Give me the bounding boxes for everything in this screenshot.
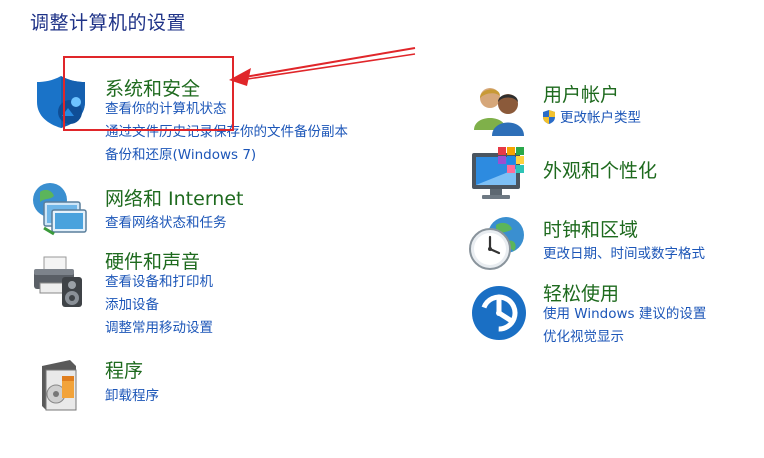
category-ease-of-access-title[interactable]: 轻松使用 [543,279,619,306]
category-network-title[interactable]: 网络和 Internet [105,184,243,211]
link-uninstall-program[interactable]: 卸载程序 [105,385,159,408]
monitor-palette-icon[interactable] [468,145,526,203]
annotation-arrow-icon [229,47,416,86]
link-windows-recommended-settings[interactable]: 使用 Windows 建议的设置 [543,303,706,326]
link-devices-printers[interactable]: 查看设备和打印机 [105,271,213,294]
printer-speaker-icon[interactable] [30,253,88,311]
link-change-account-type[interactable]: 更改帐户类型 [541,107,641,130]
link-mobility-settings[interactable]: 调整常用移动设置 [105,317,213,340]
link-view-network-status[interactable]: 查看网络状态和任务 [105,212,227,235]
link-change-date-time-format[interactable]: 更改日期、时间或数字格式 [543,243,705,266]
users-icon[interactable] [470,80,528,138]
clock-globe-icon[interactable] [468,215,526,273]
link-change-account-type-label: 更改帐户类型 [560,110,641,126]
programs-icon[interactable] [32,356,90,414]
link-add-device[interactable]: 添加设备 [105,294,213,317]
category-appearance-title[interactable]: 外观和个性化 [543,156,657,183]
link-backup-restore[interactable]: 备份和还原(Windows 7) [105,144,348,167]
network-icon[interactable] [30,180,88,238]
category-hardware-sound-title[interactable]: 硬件和声音 [105,247,200,274]
ease-of-access-icon[interactable] [470,284,528,342]
page-title: 调整计算机的设置 [30,12,187,34]
annotation-highlight-box [63,56,234,131]
uac-shield-icon [543,110,555,124]
category-clock-region-title[interactable]: 时钟和区域 [543,215,638,242]
link-optimize-visual-display[interactable]: 优化视觉显示 [543,326,706,349]
category-programs-title[interactable]: 程序 [105,356,143,383]
category-user-accounts-title[interactable]: 用户帐户 [543,80,619,107]
